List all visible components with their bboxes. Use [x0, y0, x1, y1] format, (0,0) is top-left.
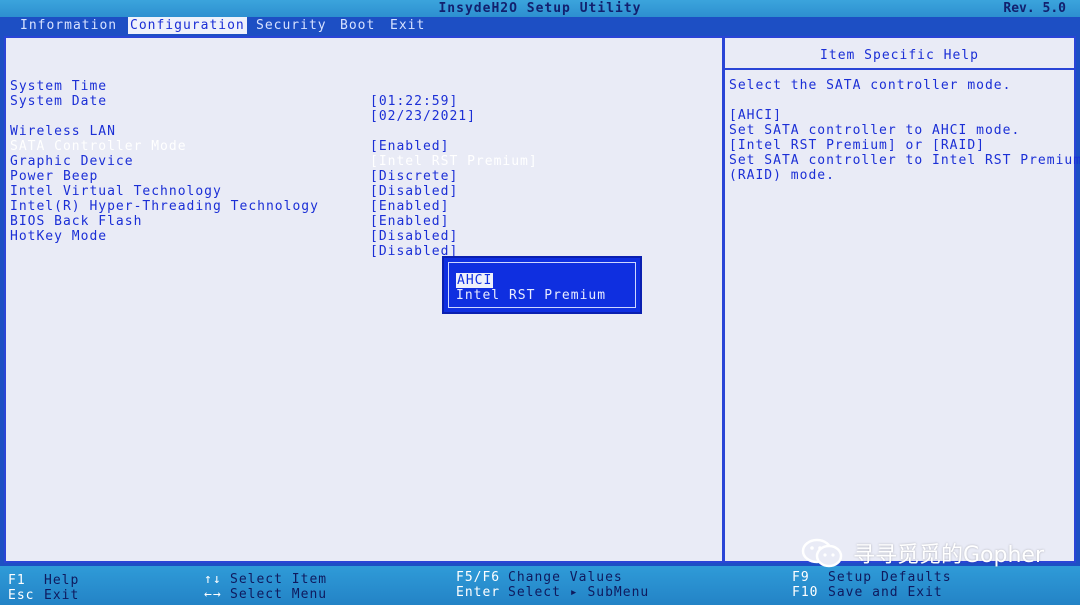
setting-graphic-device[interactable]: Graphic Device [Discrete] — [10, 139, 457, 184]
menu-bar: Information Configuration Security Boot … — [0, 17, 1080, 34]
f9-key: F9 — [792, 570, 810, 585]
tab-boot[interactable]: Boot — [338, 17, 377, 34]
leftright-arrow-icon: ←→ — [204, 587, 222, 602]
title-bar: InsydeH2O Setup Utility Rev. 5.0 — [0, 0, 1080, 17]
esc-label: Exit — [44, 588, 80, 603]
setting-value[interactable]: [Enabled] — [370, 199, 449, 214]
tab-security[interactable]: Security — [254, 17, 329, 34]
help-pane: Item Specific Help Select the SATA contr… — [725, 38, 1080, 561]
enter-key: Enter — [456, 585, 501, 600]
setting-bios-back-flash[interactable]: BIOS Back Flash [Disabled] — [10, 199, 457, 244]
help-separator — [725, 68, 1074, 70]
setting-label: HotKey Mode — [10, 229, 108, 244]
setting-label: System Date — [10, 94, 108, 109]
tab-configuration[interactable]: Configuration — [128, 17, 247, 34]
change-values-label: Change Values — [508, 570, 623, 585]
setting-value[interactable]: [Disabled] — [370, 184, 458, 199]
setting-wireless-lan[interactable]: Wireless LAN [Enabled] — [10, 109, 448, 154]
revision-label: Rev. 5.0 — [1003, 1, 1066, 16]
f1-label: Help — [44, 573, 80, 588]
popup-option-intel-rst-premium[interactable]: Intel RST Premium — [456, 288, 606, 303]
help-line: Select the SATA controller mode. — [729, 78, 1012, 93]
tab-information[interactable]: Information — [18, 17, 119, 34]
setting-value[interactable]: [01:22:59] — [370, 94, 458, 109]
help-line — [729, 93, 1080, 108]
setting-value[interactable]: [Discrete] — [370, 169, 458, 184]
setting-value[interactable]: [Enabled] — [370, 139, 449, 154]
setting-value[interactable]: [Disabled] — [370, 229, 458, 244]
setting-value[interactable]: [Enabled] — [370, 214, 449, 229]
f5f6-key: F5/F6 — [456, 570, 501, 585]
setting-sata-controller-mode[interactable]: SATA Controller Mode [Intel RST Premium] — [10, 124, 537, 169]
select-item-label: Select Item — [230, 572, 328, 587]
help-title: Item Specific Help — [820, 48, 979, 63]
help-line: [Intel RST Premium] or [RAID] — [729, 138, 985, 153]
key-help-bar: F1 Help Esc Exit ↑↓ Select Item ←→ Selec… — [0, 566, 1080, 605]
select-submenu-label: Select ▸ SubMenu — [508, 585, 650, 600]
setting-system-date[interactable]: System Date [02/23/2021] — [10, 79, 475, 124]
setting-value[interactable]: [Intel RST Premium] — [370, 154, 538, 169]
watermark: 寻寻觅觅的Gopher — [801, 537, 1044, 569]
setting-intel-virtual-technology[interactable]: Intel Virtual Technology [Enabled] — [10, 169, 448, 214]
setting-hotkey-mode[interactable]: HotKey Mode [Disabled] — [10, 214, 457, 259]
help-text: Select the SATA controller mode. [AHCI] … — [729, 78, 1080, 183]
f1-key: F1 — [8, 573, 26, 588]
f10-key: F10 — [792, 585, 819, 600]
setting-power-beep[interactable]: Power Beep [Disabled] — [10, 154, 457, 199]
select-menu-label: Select Menu — [230, 587, 328, 602]
esc-key: Esc — [8, 588, 35, 603]
setting-value[interactable]: [02/23/2021] — [370, 109, 476, 124]
help-line: Set SATA controller to AHCI mode. — [729, 123, 1021, 138]
setup-defaults-label: Setup Defaults — [828, 570, 952, 585]
setting-hyper-threading[interactable]: Intel(R) Hyper-Threading Technology [Ena… — [10, 184, 448, 229]
help-line: (RAID) mode. — [729, 168, 835, 183]
updown-arrow-icon: ↑↓ — [204, 572, 222, 587]
window-title: InsydeH2O Setup Utility — [438, 1, 642, 16]
setting-system-time[interactable]: System Time [01:22:59] — [10, 64, 457, 109]
save-and-exit-label: Save and Exit — [828, 585, 943, 600]
wechat-icon — [801, 538, 845, 568]
help-line: [AHCI] — [729, 108, 782, 123]
sata-mode-popup: AHCI Intel RST Premium — [442, 256, 642, 314]
tab-exit[interactable]: Exit — [388, 17, 427, 34]
watermark-text: 寻寻觅觅的Gopher — [853, 543, 1044, 568]
popup-option-ahci[interactable]: AHCI — [456, 273, 494, 288]
help-line: Set SATA controller to Intel RST Premium — [729, 153, 1080, 168]
